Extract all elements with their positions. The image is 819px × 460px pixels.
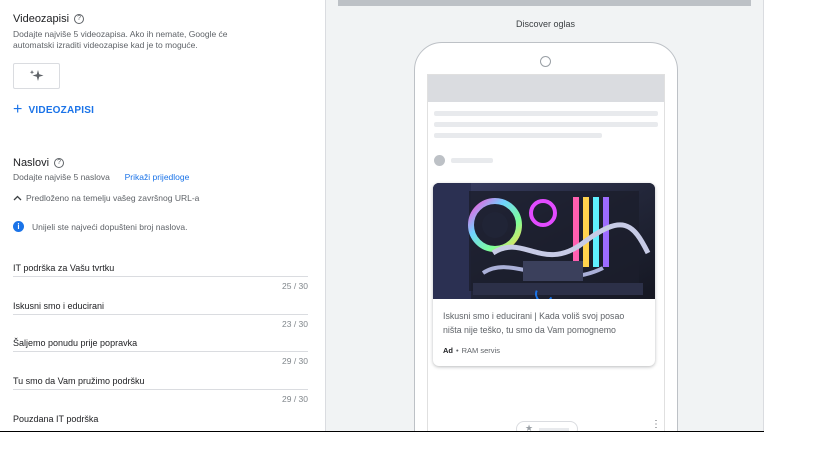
- add-videos-label: VIDEOZAPISI: [28, 104, 95, 116]
- placeholder-avatar: [434, 155, 445, 166]
- pc-build-image: [433, 183, 655, 299]
- info-icon: i: [13, 221, 24, 232]
- headlines-description-row: Dodajte najviše 5 naslova Prikaži prijed…: [13, 172, 189, 183]
- feed-header-placeholder: [428, 75, 664, 102]
- headline-field[interactable]: Pouzdana IT podrška: [13, 414, 308, 427]
- character-counter: 25 / 30: [282, 281, 308, 291]
- help-icon[interactable]: ?: [54, 158, 65, 168]
- videos-title: Videozapisi: [13, 13, 70, 25]
- phone-screen: Iskusni smo i educirani | Kada voliš svo…: [427, 74, 665, 432]
- field-underline: [13, 389, 308, 390]
- videos-section-title: Videozapisi ?: [13, 13, 85, 25]
- preview-scroll-bar[interactable]: [338, 0, 751, 6]
- headline-input[interactable]: Pouzdana IT podrška: [13, 414, 308, 427]
- plus-icon: +: [13, 101, 23, 118]
- max-headlines-notice: i Unijeli ste najveći dopušteni broj nas…: [13, 221, 187, 232]
- ad-headline-description: Iskusni smo i educirani | Kada voliš svo…: [443, 309, 648, 337]
- character-counter: 29 / 30: [282, 356, 308, 366]
- videos-description-line2: automatski izraditi videozapise kad je t…: [13, 40, 198, 50]
- add-videos-button[interactable]: + VIDEOZAPISI: [13, 101, 95, 118]
- character-counter: 29 / 30: [282, 394, 308, 404]
- show-suggestions-link[interactable]: Prikaži prijedloge: [125, 172, 190, 182]
- headline-field[interactable]: Iskusni smo i educirani 23 / 30: [13, 301, 308, 329]
- headlines-section-title: Naslovi ?: [13, 157, 65, 169]
- headline-field[interactable]: Tu smo da Vam pružimo podršku 29 / 30: [13, 376, 308, 404]
- field-underline: [13, 351, 308, 352]
- chevron-up-icon: [13, 195, 22, 201]
- sparkle-icon: [29, 70, 43, 81]
- ad-text-line2: ništa nije teško, tu smo da Vam pomognem…: [443, 325, 616, 335]
- headline-input[interactable]: IT podrška za Vašu tvrtku: [13, 263, 308, 276]
- suggested-toggle[interactable]: Predloženo na temelju vašeg završnog URL…: [13, 193, 199, 203]
- ad-attribution: Ad • RAM servis: [443, 346, 500, 355]
- field-underline: [13, 276, 308, 277]
- info-message: Unijeli ste najveći dopušteni broj naslo…: [32, 221, 188, 232]
- advertiser-name: RAM servis: [461, 346, 500, 355]
- ad-text-line1: Iskusni smo i educirani | Kada voliš svo…: [443, 311, 625, 321]
- ad-separator: •: [456, 346, 459, 355]
- headlines-description: Dodajte najviše 5 naslova: [13, 172, 110, 182]
- placeholder-line: [434, 122, 658, 127]
- headline-input[interactable]: Tu smo da Vam pružimo podršku: [13, 376, 308, 389]
- phone-mockup: Iskusni smo i educirani | Kada voliš svo…: [414, 42, 678, 432]
- more-vert-icon[interactable]: ⋮: [651, 420, 661, 430]
- videos-description-line1: Dodajte najviše 5 videozapisa. Ako ih ne…: [13, 29, 228, 39]
- ad-image: [433, 183, 655, 299]
- placeholder-line: [434, 133, 602, 138]
- headline-input[interactable]: Šaljemo ponudu prije popravka: [13, 338, 308, 351]
- ad-editor-panel: Videozapisi ? Dodajte najviše 5 videozap…: [0, 0, 325, 432]
- headlines-title: Naslovi: [13, 157, 50, 169]
- discover-ad-card[interactable]: Iskusni smo i educirani | Kada voliš svo…: [433, 183, 655, 366]
- auto-video-placeholder[interactable]: [13, 63, 60, 89]
- preview-format-label: Discover oglas: [515, 19, 576, 29]
- help-icon[interactable]: ?: [74, 14, 85, 24]
- placeholder-line: [451, 158, 493, 163]
- phone-camera: [540, 56, 551, 67]
- page-divider: [0, 431, 764, 432]
- headline-field[interactable]: IT podrška za Vašu tvrtku 25 / 30: [13, 263, 308, 291]
- ad-preview-panel: Discover oglas Iskusni smo i educirani |…: [325, 0, 764, 432]
- headline-input[interactable]: Iskusni smo i educirani: [13, 301, 308, 314]
- videos-description: Dodajte najviše 5 videozapisa. Ako ih ne…: [13, 29, 228, 51]
- character-counter: 23 / 30: [282, 319, 308, 329]
- field-underline: [13, 314, 308, 315]
- headline-field[interactable]: Šaljemo ponudu prije popravka 29 / 30: [13, 338, 308, 366]
- placeholder-line: [434, 111, 658, 116]
- suggested-label: Predloženo na temelju vašeg završnog URL…: [26, 193, 200, 203]
- ad-badge: Ad: [443, 346, 453, 355]
